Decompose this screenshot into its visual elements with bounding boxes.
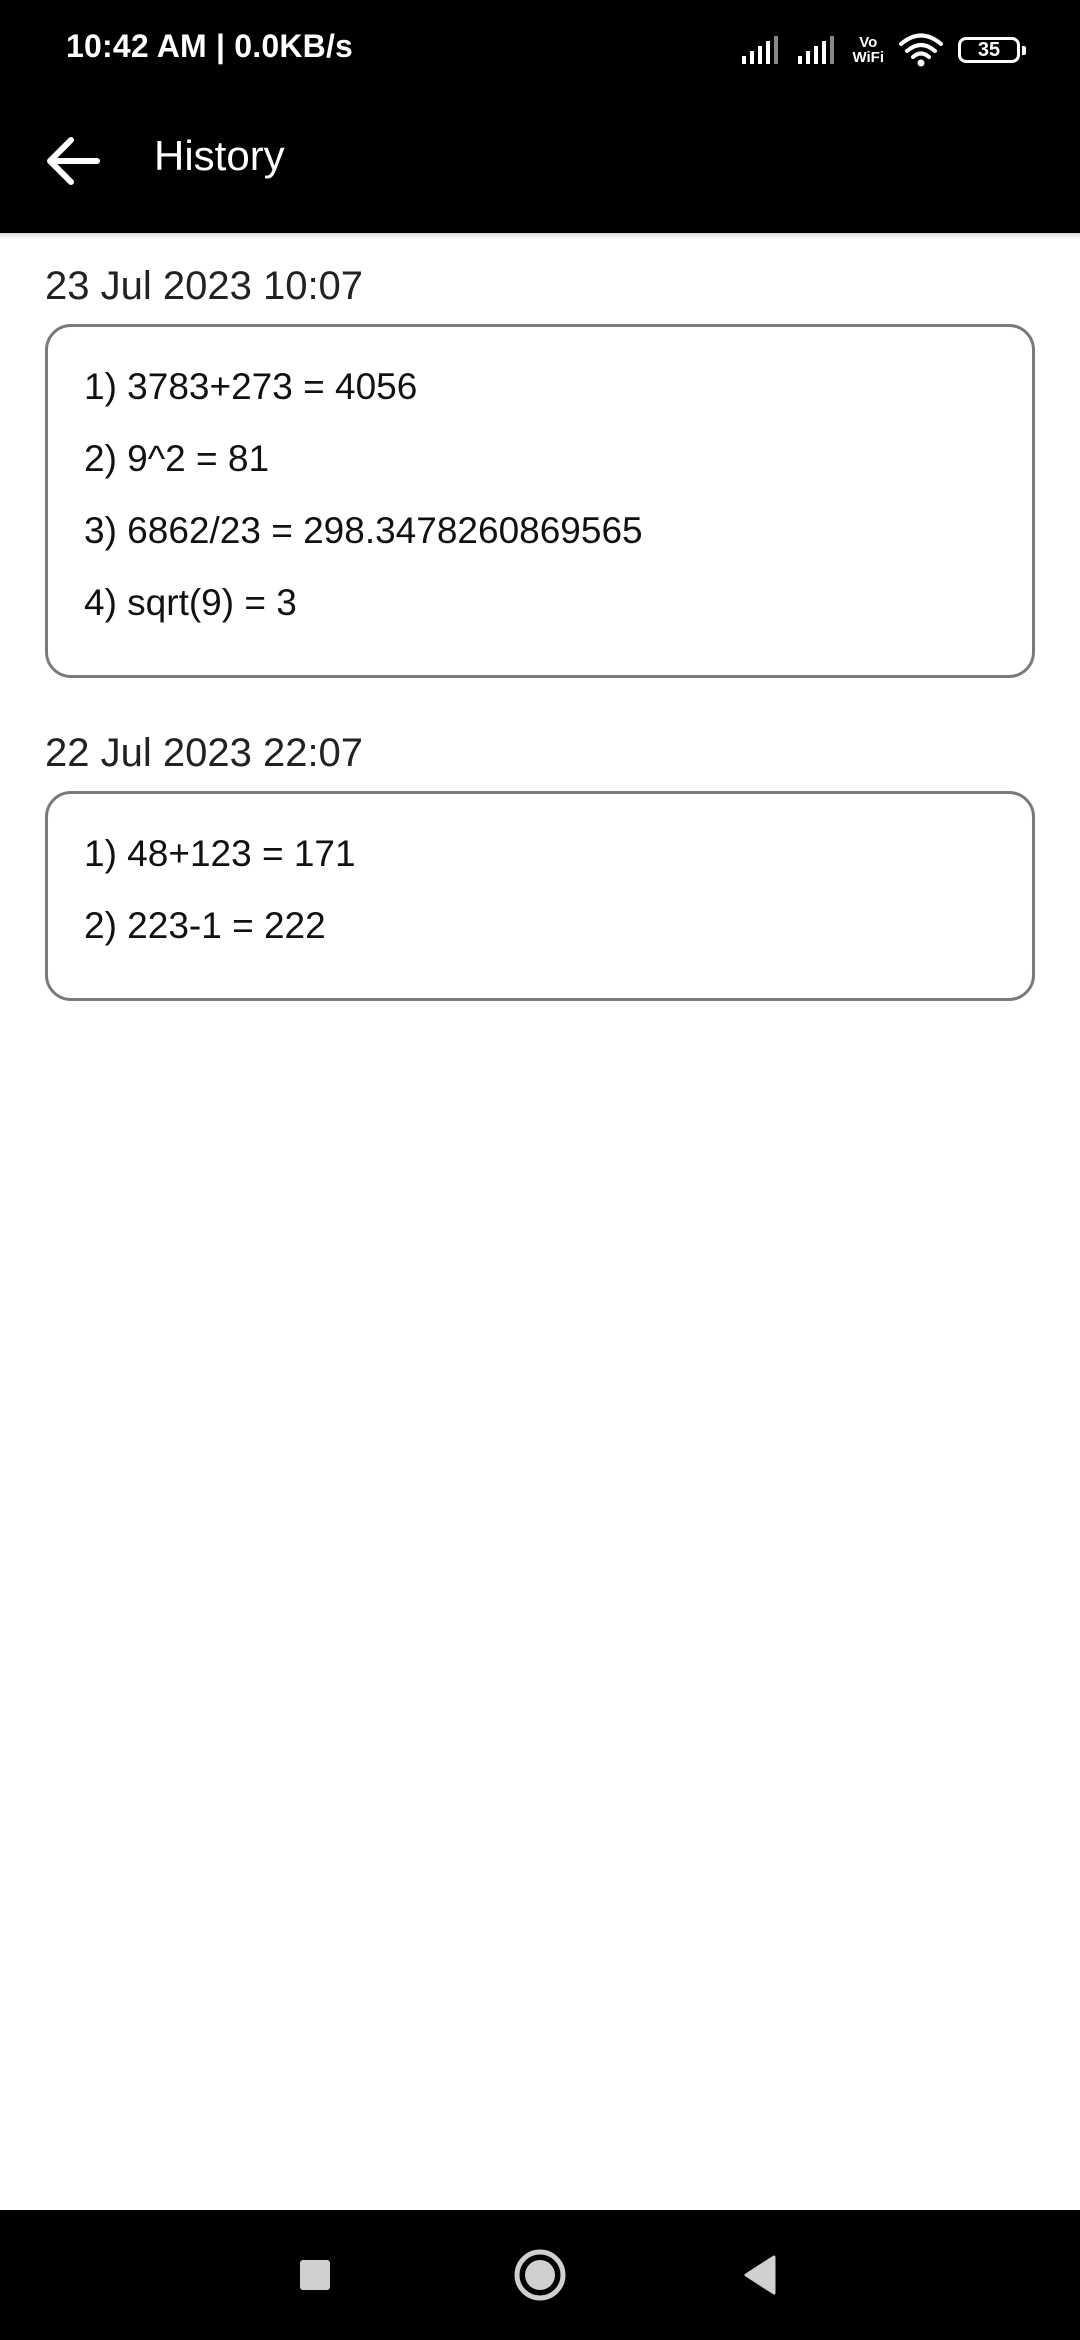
back-button[interactable] bbox=[38, 126, 108, 196]
calculation-line: 4) sqrt(9) = 3 bbox=[84, 582, 297, 623]
vowifi-icon: Vo WiFi bbox=[852, 35, 884, 65]
session-date: 23 Jul 2023 10:07 bbox=[45, 264, 364, 308]
wifi-icon bbox=[899, 33, 943, 67]
calculation-line: 3) 6862/23 = 298.3478260869565 bbox=[84, 510, 643, 551]
calculation-line: 1) 48+123 = 171 bbox=[84, 833, 356, 874]
calculation-line: 2) 223-1 = 222 bbox=[84, 905, 326, 946]
page-title: History bbox=[154, 132, 285, 179]
arrow-left-icon bbox=[47, 137, 100, 185]
status-time: 10:42 AM | 0.0KB/s bbox=[66, 28, 354, 64]
toolbar: History bbox=[0, 100, 1080, 233]
status-icons: Vo WiFi 35 bbox=[740, 28, 1026, 72]
calculation-line: 1) 3783+273 = 4056 bbox=[84, 366, 418, 407]
status-bar: 10:42 AM | 0.0KB/s Vo WiFi 35 bbox=[0, 0, 1080, 100]
square-icon bbox=[300, 2260, 330, 2290]
circle-home-icon bbox=[514, 2249, 566, 2301]
triangle-back-icon bbox=[744, 2255, 776, 2295]
signal-strength-icon bbox=[742, 36, 779, 64]
session-card[interactable]: 1) 3783+273 = 4056 2) 9^2 = 81 3) 6862/2… bbox=[45, 324, 1035, 678]
session-date: 22 Jul 2023 22:07 bbox=[45, 731, 364, 775]
vowifi-label-top: Vo bbox=[859, 34, 878, 51]
calculation-line: 2) 9^2 = 81 bbox=[84, 438, 270, 479]
home-button[interactable] bbox=[500, 2235, 580, 2315]
navigation-bar bbox=[0, 2210, 1080, 2340]
history-screen: 10:42 AM | 0.0KB/s Vo WiFi 35 History 23… bbox=[0, 0, 1080, 2340]
back-nav-button[interactable] bbox=[720, 2235, 800, 2315]
header-divider bbox=[0, 233, 1080, 239]
session-card[interactable]: 1) 48+123 = 171 2) 223-1 = 222 bbox=[45, 791, 1035, 1001]
battery-level: 35 bbox=[977, 39, 1001, 61]
signal-strength-icon bbox=[798, 36, 835, 64]
app-header: 10:42 AM | 0.0KB/s Vo WiFi 35 History bbox=[0, 0, 1080, 233]
recents-button[interactable] bbox=[275, 2235, 355, 2315]
battery-icon: 35 bbox=[958, 37, 1026, 63]
vowifi-label-bottom: WiFi bbox=[852, 49, 884, 66]
